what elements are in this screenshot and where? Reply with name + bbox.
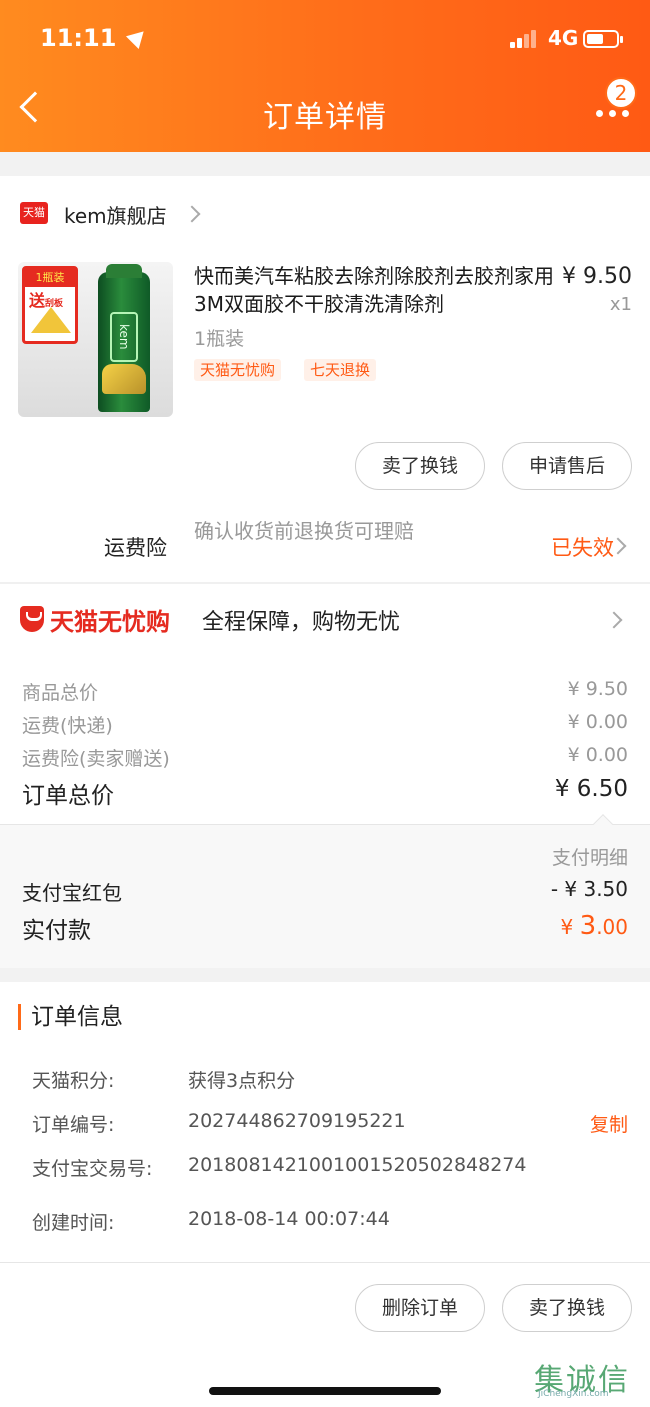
created-time: 2018-08-14 00:07:44	[188, 1208, 390, 1230]
store-name-link[interactable]: kem旗舰店	[64, 200, 167, 229]
freight-insurance-status[interactable]: 已失效	[551, 532, 614, 562]
product-image-badge: 1瓶装 送刮板	[22, 266, 78, 344]
tag-seven-day-return: 七天退换	[304, 359, 377, 381]
alipay-trade-number: 2018081421001001520502848274	[188, 1154, 527, 1176]
message-count-badge: 2	[605, 77, 637, 109]
product-image[interactable]: 1瓶装 送刮板 kem	[18, 262, 173, 417]
order-total-row: 订单总价 ¥ 6.50	[22, 776, 628, 809]
chevron-right-icon[interactable]	[605, 611, 623, 629]
watermark-logo: 集诚信 JiChengXin.com	[534, 1363, 630, 1399]
tmall-store-icon: 天猫	[20, 202, 48, 224]
location-arrow-icon	[125, 24, 150, 50]
info-label: 支付宝交易号:	[32, 1158, 153, 1180]
sell-exchange-button[interactable]: 卖了换钱	[355, 442, 485, 490]
summary-row: 运费险(卖家赠送) ¥ 0.00	[22, 744, 628, 770]
product-spec: 1瓶装	[194, 328, 245, 350]
after-sale-button[interactable]: 申请售后	[502, 442, 632, 490]
order-info-title: 订单信息	[18, 1004, 123, 1030]
copy-order-number-button[interactable]: 复制	[590, 1110, 628, 1137]
info-label: 订单编号:	[32, 1114, 115, 1136]
payment-detail-link[interactable]: 支付明细	[552, 843, 628, 870]
product-title[interactable]: 快而美汽车粘胶去除剂除胶剂去胶剂家用3M双面胶不干胶清洗清除剂	[194, 262, 554, 318]
battery-icon	[583, 30, 623, 48]
product-quantity: x1	[609, 294, 632, 315]
order-number: 202744862709195221	[188, 1110, 406, 1132]
status-time: 11:11	[40, 24, 150, 52]
home-indicator[interactable]	[209, 1387, 441, 1395]
tag-worry-free: 天猫无忧购	[194, 359, 282, 381]
more-icon[interactable]	[596, 110, 630, 118]
worry-free-text[interactable]: 全程保障，购物无忧	[202, 604, 400, 636]
signal-icon	[510, 30, 540, 48]
freight-insurance-description: 确认收货前退换货可理赔	[194, 519, 414, 543]
info-label: 天猫积分:	[32, 1070, 115, 1092]
chevron-right-icon[interactable]	[183, 205, 201, 223]
summary-row: 商品总价 ¥ 9.50	[22, 678, 628, 704]
delete-order-button[interactable]: 删除订单	[355, 1284, 485, 1332]
header-bar: 11:11 4G 订单详情 2	[0, 0, 650, 152]
order-info-card: 订单信息 天猫积分: 获得3点积分 订单编号: 2027448627091952…	[0, 982, 650, 1282]
store-order-card: 天猫 kem旗舰店 1瓶装 送刮板 kem 快而美汽车粘胶去除剂除胶剂去胶剂家用…	[0, 176, 650, 582]
tmall-shield-icon	[20, 606, 44, 632]
network-type: 4G	[548, 26, 579, 50]
product-price: ¥ 9.50	[562, 264, 632, 289]
status-time-text: 11:11	[40, 24, 117, 52]
worry-free-brand[interactable]: 天猫无忧购	[50, 602, 170, 637]
price-summary-card: 天猫无忧购 全程保障，购物无忧 商品总价 ¥ 9.50 运费(快递) ¥ 0.00 …	[0, 584, 650, 824]
info-label: 创建时间:	[32, 1212, 115, 1234]
payment-detail-card: 支付明细 支付宝红包 - ¥ 3.50 实付款 ¥ 3.00	[0, 814, 650, 968]
red-packet-row: 支付宝红包 - ¥ 3.50	[22, 877, 628, 905]
bottom-action-bar: 删除订单 卖了换钱 集诚信 JiChengXin.com	[0, 1262, 650, 1407]
freight-insurance-label: 运费险	[104, 536, 167, 560]
actual-paid-row: 实付款 ¥ 3.00	[22, 911, 628, 944]
summary-row: 运费(快递) ¥ 0.00	[22, 711, 628, 737]
spray-can-picture: kem	[98, 264, 150, 412]
sell-exchange-button[interactable]: 卖了换钱	[502, 1284, 632, 1332]
info-value: 获得3点积分	[188, 1070, 296, 1092]
page-title: 订单详情	[263, 100, 387, 135]
